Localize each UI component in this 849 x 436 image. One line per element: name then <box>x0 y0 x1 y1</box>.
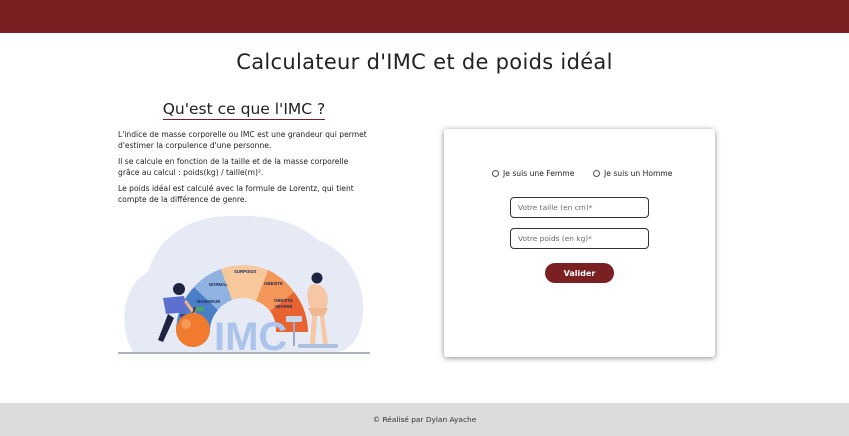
section-heading: Qu'est ce que l'IMC ? <box>162 100 326 120</box>
height-input[interactable] <box>510 197 649 218</box>
male-radio[interactable] <box>593 170 600 177</box>
gauge-label-normal: NORMAL <box>209 282 228 287</box>
page-title: Calculateur d'IMC et de poids idéal <box>236 50 613 74</box>
info-paragraph-1: L'indice de masse corporelle ou IMC est … <box>118 130 367 150</box>
female-label: Je suis une Femme <box>503 169 575 178</box>
footer: © Réalisé par Dylan Ayache <box>0 403 849 436</box>
gauge-label-obese: OBESITE <box>264 281 283 286</box>
info-paragraph-3: Le poids idéal est calculé avec la formu… <box>118 184 354 204</box>
gauge-label-underweight: MAIGREUR <box>197 299 221 304</box>
gender-option-female[interactable]: Je suis une Femme <box>492 169 574 178</box>
male-label: Je suis un Homme <box>604 169 673 178</box>
bmi-illustration: MAIGREUR NORMAL SURPOIDS OBESITE OBESITE… <box>118 215 370 356</box>
gauge-label-overweight: SURPOIDS <box>234 269 257 274</box>
weight-input[interactable] <box>510 228 649 249</box>
imc-big-label: IMC <box>214 315 287 356</box>
gender-selector: Je suis une Femme Je suis un Homme <box>444 169 715 181</box>
info-section: Qu'est ce que l'IMC ? L'indice de masse … <box>118 100 370 205</box>
female-radio[interactable] <box>492 170 499 177</box>
top-bar <box>0 0 849 33</box>
info-paragraph-2: Il se calcule en fonction de la taille e… <box>118 157 349 177</box>
bmi-form-card: Je suis une Femme Je suis un Homme Valid… <box>444 129 715 357</box>
gauge-label-obese-severe-1: OBESITE <box>274 298 293 303</box>
submit-button[interactable]: Valider <box>545 263 614 283</box>
gauge-label-obese-severe-2: SEVERE <box>275 304 293 309</box>
footer-credit: © Réalisé par Dylan Ayache <box>372 415 477 424</box>
gender-option-male[interactable]: Je suis un Homme <box>593 169 672 178</box>
